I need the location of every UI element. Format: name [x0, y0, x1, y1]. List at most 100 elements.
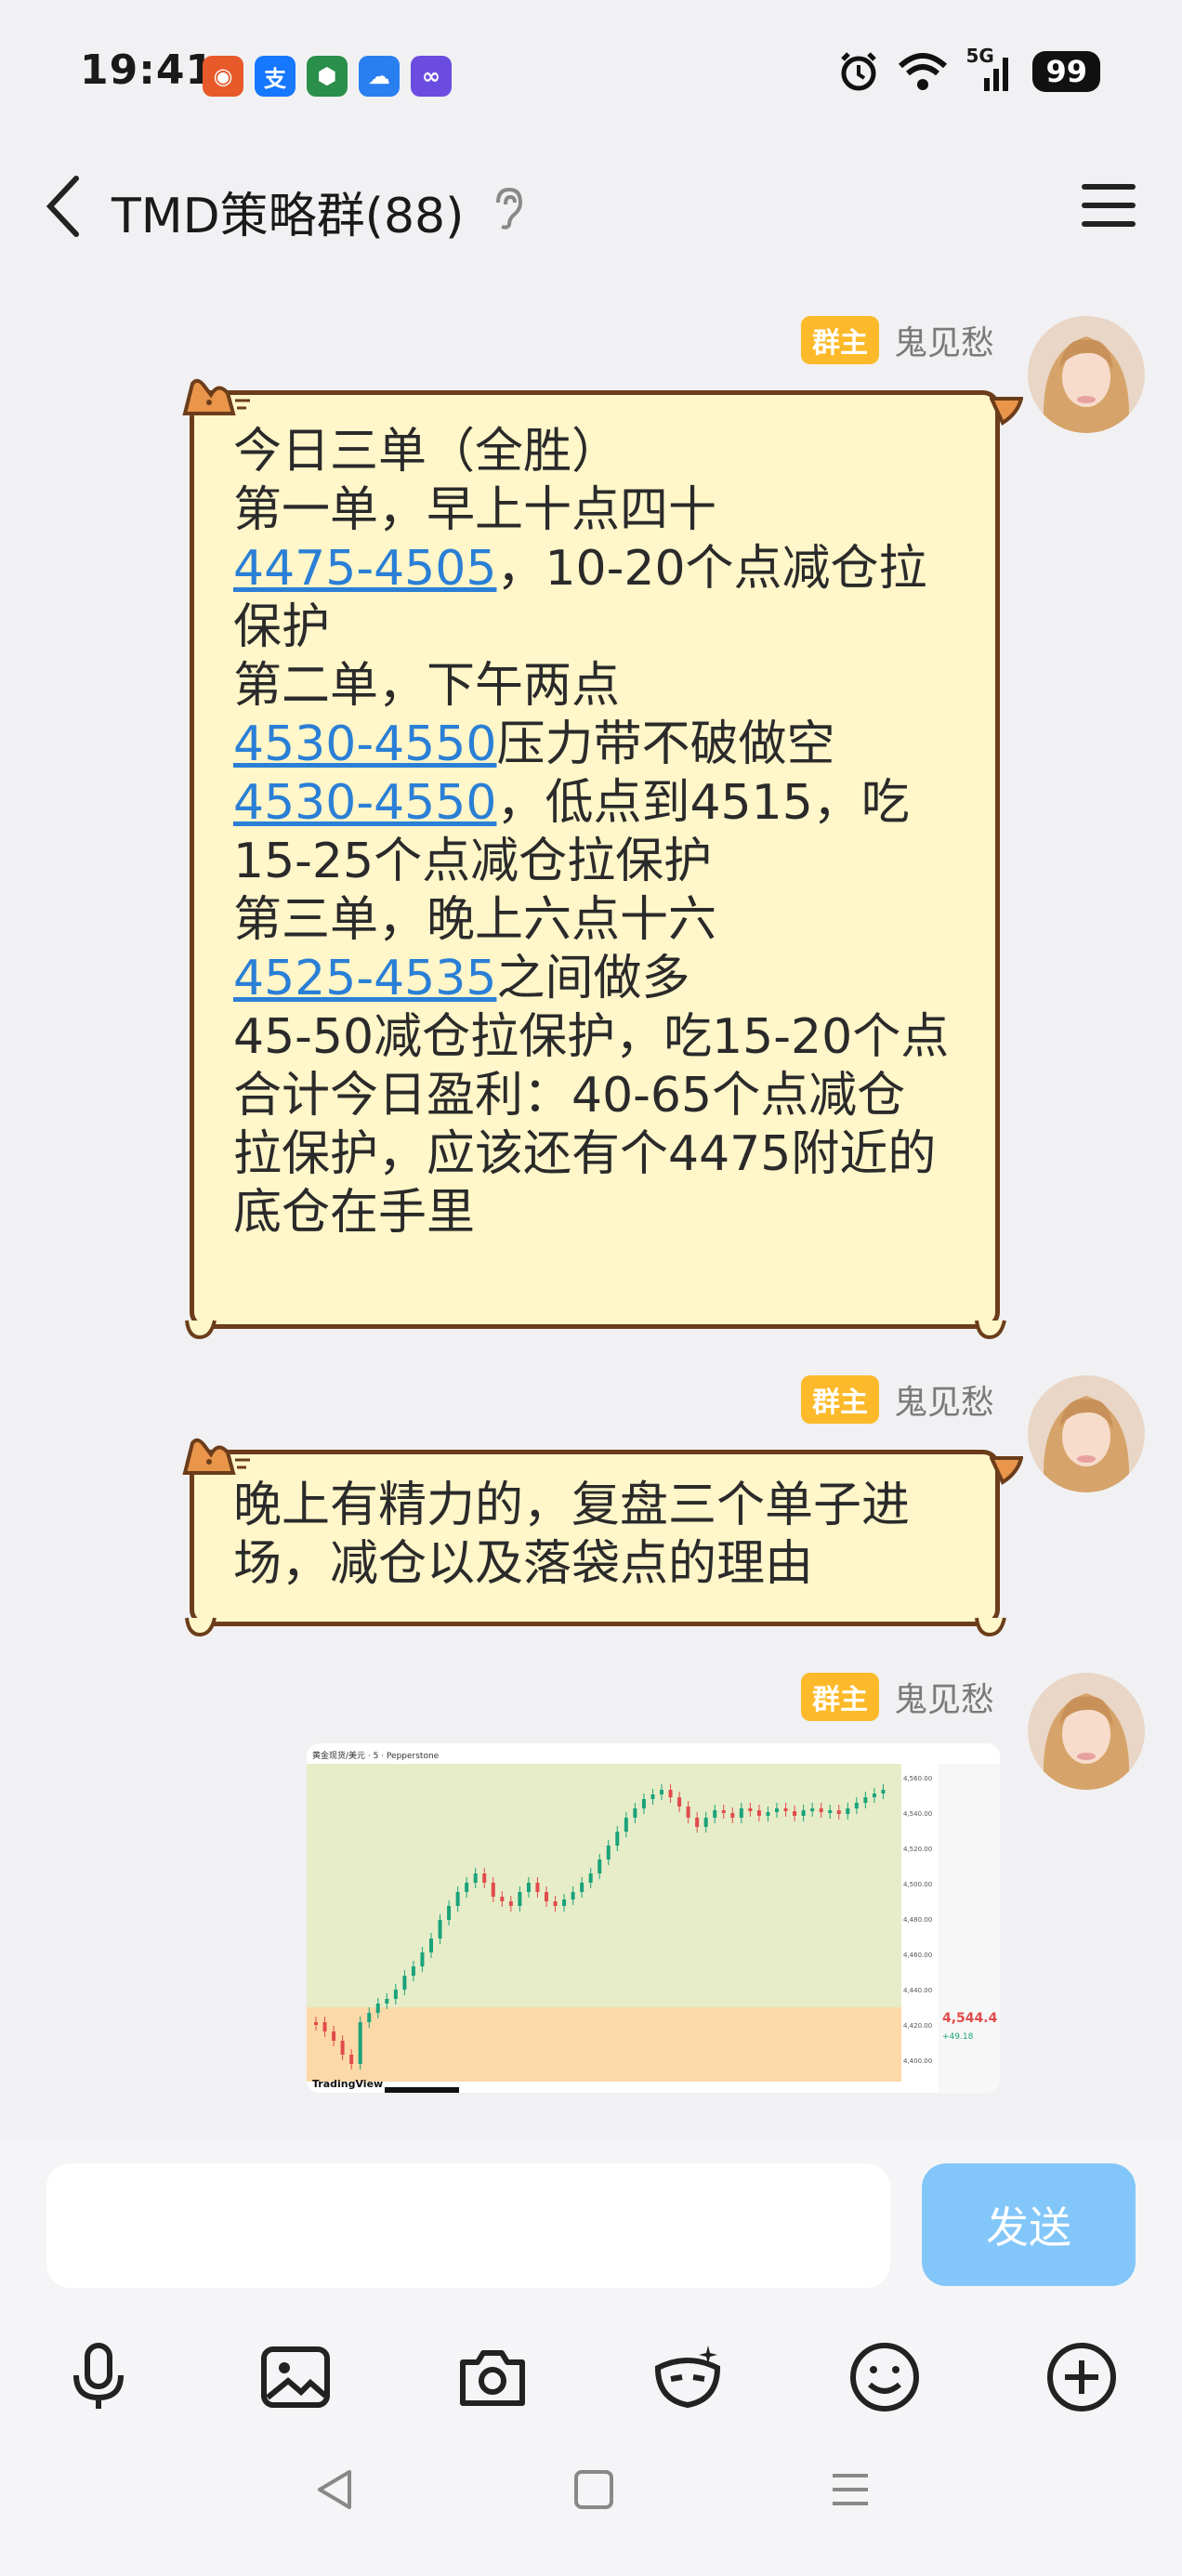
avatar[interactable] — [1028, 1673, 1145, 1790]
candle — [535, 1883, 540, 1892]
message-line: 4530-4550压力带不破做空 — [233, 716, 958, 774]
candle — [721, 1810, 726, 1813]
emoji-icon[interactable] — [847, 2340, 922, 2414]
price-tick-label: 4,420.00 — [903, 2022, 932, 2030]
candle — [872, 1794, 876, 1797]
recents-menu-icon[interactable] — [827, 2466, 873, 2513]
message-bubble[interactable]: 晚上有精力的，复盘三个单子进 场，减仓以及落袋点的理由 — [182, 1438, 1023, 1637]
message-line: 15-25个点减仓拉保护 — [233, 834, 713, 889]
candle — [553, 1901, 558, 1906]
chat-header: TMD策略群(88) — [0, 139, 1182, 275]
candle — [624, 1818, 628, 1832]
candle — [562, 1899, 567, 1906]
alipay-icon: 支 — [255, 56, 296, 97]
candle — [429, 1939, 433, 1952]
chart-area-upper — [307, 1764, 901, 2007]
sender-name[interactable]: 鬼见愁 — [894, 316, 994, 364]
menu-icon[interactable] — [1082, 180, 1136, 230]
candle — [793, 1811, 797, 1816]
price-tick-label: 4,440.00 — [903, 1987, 932, 1994]
candle — [828, 1810, 833, 1813]
cat-ears-decoration-icon — [182, 1438, 250, 1475]
message-line: 4475-4505，10-20个点减仓拉 — [233, 540, 958, 598]
back-triangle-icon[interactable] — [312, 2466, 359, 2513]
message-line: 45-50减仓拉保护，吃15-20个点 — [233, 1009, 950, 1065]
candle — [713, 1810, 717, 1818]
chart-screenshot-image[interactable]: 黄金现货/美元 · 5 · Pepperstone 4,560.00 4,540.… — [307, 1743, 1000, 2093]
candle — [819, 1808, 823, 1812]
message-bubble[interactable]: 今日三单（全胜） 第一单，早上十点四十 4475-4505，10-20个点减仓拉… — [182, 378, 1023, 1340]
chart-symbol: 黄金现货/美元 · 5 · Pepperstone — [312, 1750, 440, 1761]
signal-icon: 5G — [965, 45, 1016, 93]
owner-badge: 群主 — [800, 1673, 879, 1721]
candle — [881, 1790, 886, 1794]
owner-badge: 群主 — [800, 1375, 879, 1424]
candle — [668, 1790, 673, 1797]
cat-paw-right-icon — [975, 1617, 1006, 1637]
owner-badge: 群主 — [800, 316, 879, 364]
camera-icon[interactable] — [455, 2340, 530, 2414]
alarm-icon — [841, 52, 877, 91]
ear-icon[interactable] — [492, 186, 524, 230]
app-infinity-icon: ∞ — [411, 56, 452, 97]
image-icon[interactable] — [258, 2340, 333, 2414]
chart-area-lower — [307, 2007, 901, 2082]
sender-info: 群主 鬼见愁 — [800, 1375, 994, 1424]
message-text: 晚上有精力的，复盘三个单子进 场，减仓以及落袋点的理由 — [233, 1477, 958, 1594]
candle — [660, 1790, 663, 1794]
message-line-text: ，低点到4515，吃 — [496, 775, 910, 831]
message-line-text: 之间做多 — [496, 951, 690, 1006]
message-line: 合计今日盈利：40-65个点减仓 — [233, 1068, 906, 1124]
message-line: 第二单，下午两点 — [233, 658, 621, 714]
tradingview-logo: TradingView — [312, 2078, 383, 2090]
candle — [332, 2031, 336, 2041]
message-line: 保护 — [233, 599, 331, 655]
status-app-icons: ◉ 支 ⬢ ☁ ∞ — [203, 56, 452, 97]
candle — [482, 1873, 487, 1883]
message-line: 今日三单（全胜） — [233, 424, 621, 480]
sender-name[interactable]: 鬼见愁 — [894, 1673, 994, 1721]
candle — [465, 1883, 469, 1892]
home-square-icon[interactable] — [571, 2466, 617, 2513]
candle — [730, 1813, 735, 1818]
message-line: 4530-4550，低点到4515，吃 — [233, 774, 958, 833]
send-button[interactable]: 发送 — [922, 2163, 1136, 2286]
cat-paw-right-icon — [975, 1320, 1006, 1340]
plus-icon[interactable] — [1044, 2340, 1119, 2414]
image-scroll-indicator — [385, 2087, 459, 2093]
candle — [402, 1976, 407, 1990]
candle — [393, 1990, 398, 1999]
candle — [367, 2013, 372, 2022]
candle — [411, 1966, 415, 1976]
candle — [580, 1883, 584, 1892]
candle — [447, 1906, 452, 1920]
bubble-tail-icon — [990, 397, 1023, 426]
price-range-link[interactable]: 4475-4505 — [233, 541, 496, 597]
candle — [633, 1808, 637, 1818]
candle — [810, 1808, 815, 1811]
price-range-link[interactable]: 4530-4550 — [233, 716, 496, 772]
avatar[interactable] — [1028, 1375, 1145, 1492]
candle — [615, 1832, 620, 1846]
candle — [340, 2041, 345, 2055]
app-notification-icon: ◉ — [203, 56, 243, 97]
mask-icon[interactable] — [650, 2340, 725, 2414]
candle — [508, 1901, 513, 1906]
chevron-left-icon[interactable] — [37, 173, 93, 240]
price-range-link[interactable]: 4525-4535 — [233, 951, 496, 1006]
status-time: 19:41 — [80, 46, 216, 94]
message-line: 底仓在手里 — [233, 1185, 476, 1241]
app-cloud-icon: ☁ — [359, 56, 400, 97]
sender-name[interactable]: 鬼见愁 — [894, 1375, 994, 1424]
avatar[interactable] — [1028, 316, 1145, 433]
price-range-link[interactable]: 4530-4550 — [233, 775, 496, 831]
candle — [686, 1807, 690, 1818]
microphone-icon[interactable] — [61, 2340, 136, 2414]
candle — [349, 2055, 354, 2064]
sender-info: 群主 鬼见愁 — [800, 1673, 994, 1721]
candle — [677, 1797, 682, 1807]
message-input[interactable] — [46, 2163, 890, 2288]
candle — [588, 1873, 593, 1883]
candle — [518, 1892, 522, 1906]
price-tick-label: 4,460.00 — [903, 1952, 932, 1959]
